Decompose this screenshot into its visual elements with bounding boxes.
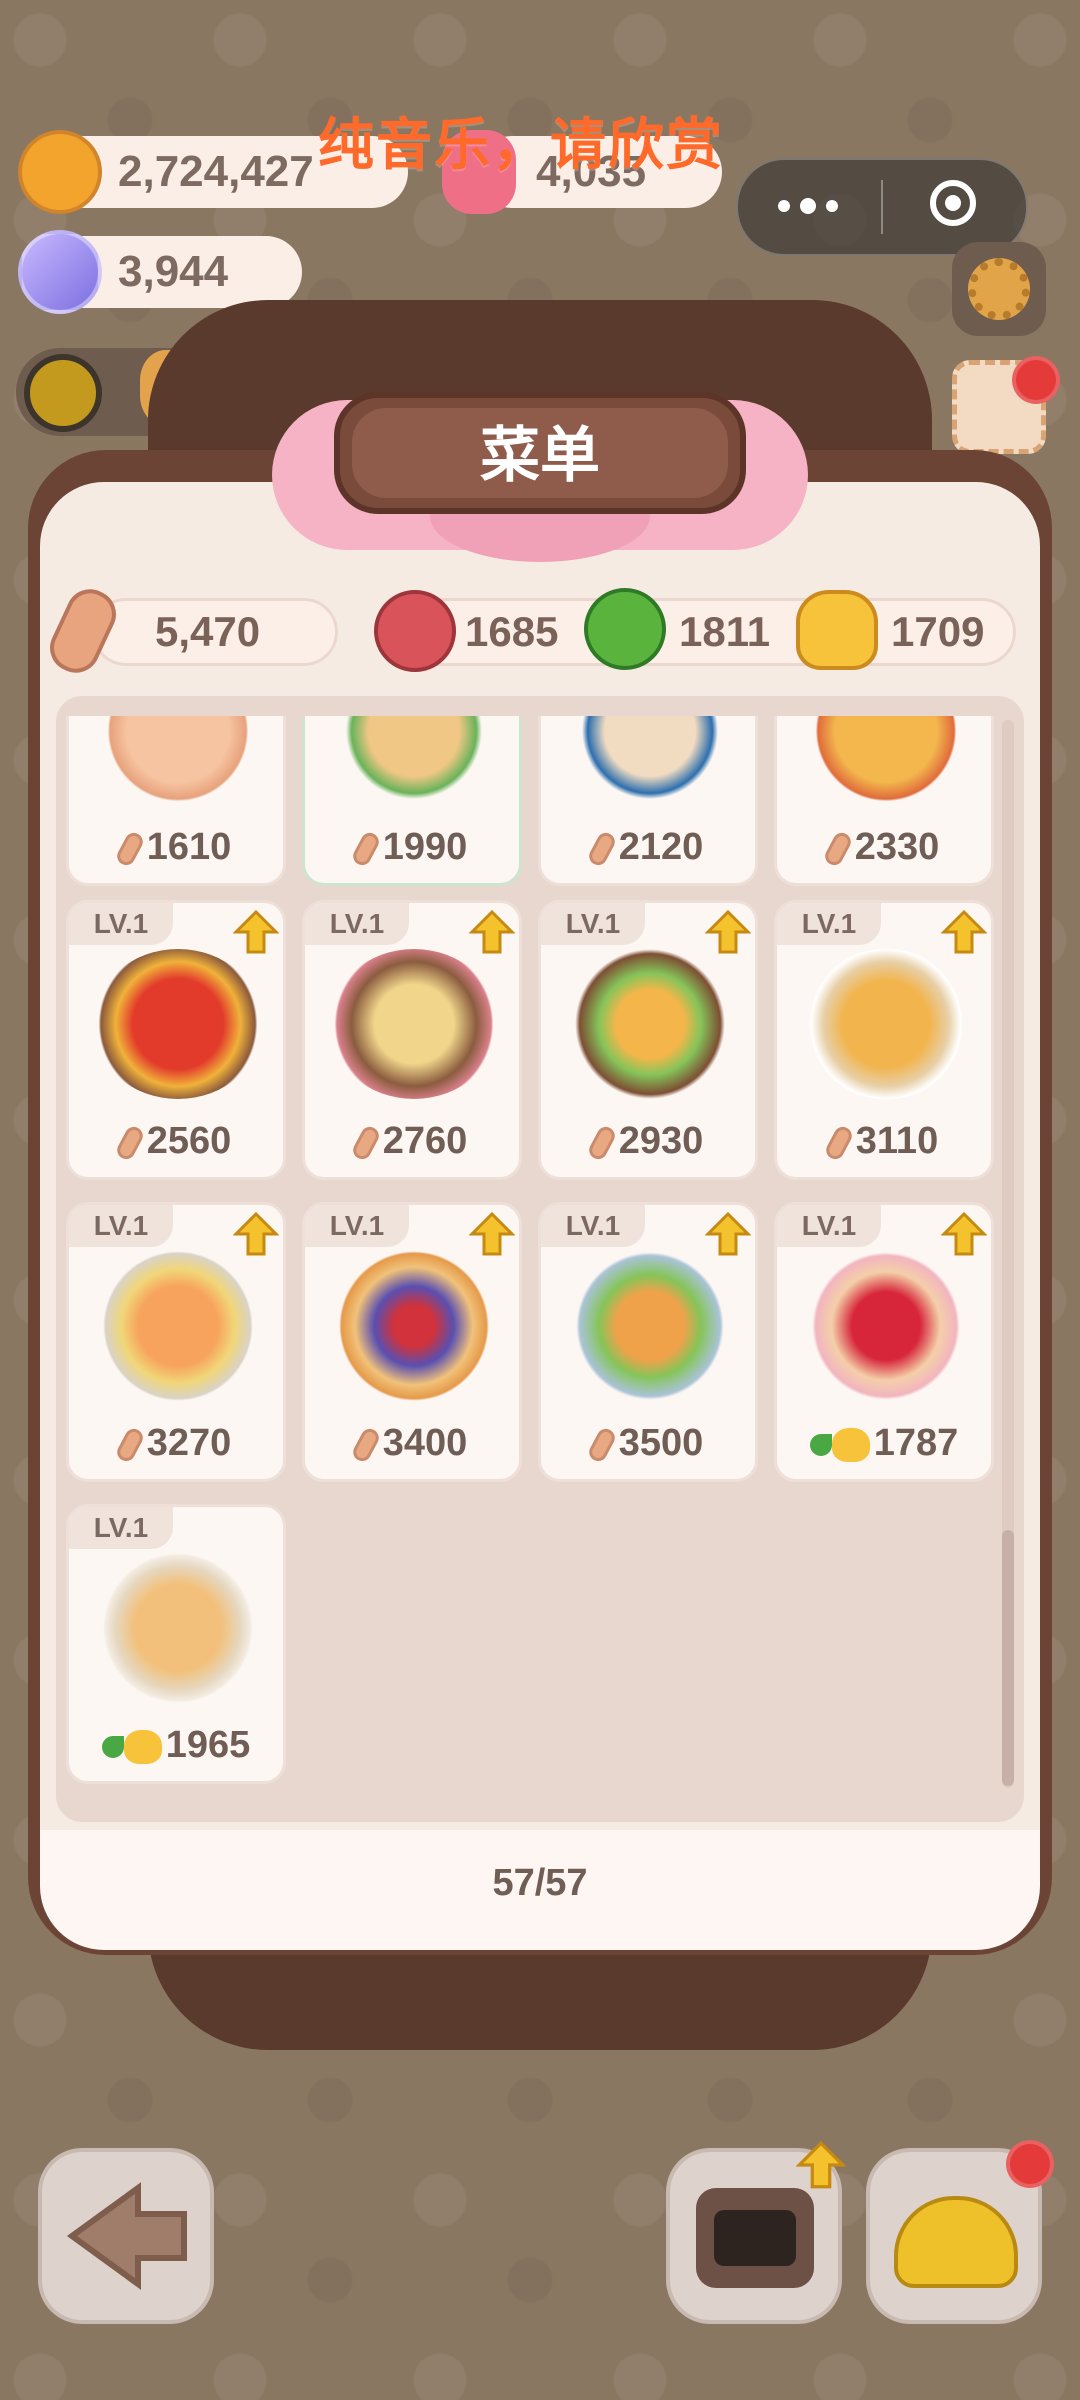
level-badge: LV.1 [305,903,409,945]
level-badge: LV.1 [777,1205,881,1247]
upgrade-arrow-icon[interactable] [469,1211,515,1257]
recipe-card[interactable]: LV.1 3400 [302,1202,522,1482]
meat-icon [374,590,456,672]
broccoli-icon [809,1433,832,1456]
back-button[interactable] [38,2148,214,2324]
sun-icon[interactable] [24,354,102,432]
noodle-bowl-dish [565,1251,735,1401]
candied-apple-dish [801,1251,971,1401]
upgrade-arrow-icon[interactable] [705,909,751,955]
upgrade-arrow-icon[interactable] [941,1211,987,1257]
soup-pot-dish [329,949,499,1099]
meat-resource-value: 1685 [465,608,559,655]
recipe-card[interactable]: 1610 [66,716,286,886]
level-badge: LV.1 [305,1205,409,1247]
buns-dish [801,949,971,1099]
cheese-icon [796,590,878,670]
hotpot-dish [565,949,735,1099]
level-badge: LV.1 [69,1205,173,1247]
dessert-dish [329,716,499,806]
recipe-price: 2930 [541,1119,755,1163]
spoon-resource-value: 5,470 [155,608,261,655]
recipe-price: 2560 [69,1119,283,1163]
more-icon[interactable] [778,198,838,214]
red-feast-dish [93,949,263,1099]
notification-dot [1006,2140,1054,2188]
recipe-card[interactable]: LV.1 3110 [774,900,994,1180]
level-badge: LV.1 [541,903,645,945]
recipe-card[interactable]: 1990 [302,716,522,886]
broccoli-icon [101,1735,124,1758]
recipe-card[interactable]: LV.1 2560 [66,900,286,1180]
oven-window [714,2210,796,2266]
recipe-card[interactable]: LV.1 2760 [302,900,522,1180]
gear-icon [968,258,1030,320]
recipe-price: 1787 [777,1421,991,1465]
recipe-card[interactable]: LV.1 3500 [538,1202,758,1482]
recipe-price: 3270 [69,1421,283,1465]
recipe-price: 2120 [541,825,755,869]
cookie-coin-icon [18,130,102,214]
recipe-card[interactable]: LV.1 1965 [66,1504,286,1784]
hard-hat-icon [894,2196,1018,2288]
upgrade-arrow-icon[interactable] [233,909,279,955]
fruit-tart-dish [329,1251,499,1401]
back-arrow-icon [66,2182,187,2290]
cheese-resource-value: 1709 [891,608,985,655]
recipe-card[interactable]: LV.1 1787 [774,1202,994,1482]
dumpling-dish [565,716,735,806]
pizza-dish [801,716,971,806]
overlay-caption: 纯音乐，请欣赏 [318,113,724,176]
page-count: 57/57 [492,1862,588,1904]
upgrade-arrow-icon[interactable] [941,909,987,955]
level-badge: LV.1 [541,1205,645,1247]
upgrade-arrow-icon [796,2140,846,2189]
recipe-card[interactable]: 2330 [774,716,994,886]
recipe-price: 2760 [305,1119,519,1163]
broccoli-resource-value: 1811 [679,608,771,655]
ingredient-resources: 1685 1811 1709 [396,598,1016,666]
recipe-price: 1610 [69,825,283,869]
candy-icon [18,230,102,314]
notification-dot [1012,356,1060,404]
capsule-divider [881,180,883,234]
recipe-card[interactable]: LV.1 3270 [66,1202,286,1482]
recipe-card[interactable]: LV.1 2930 [538,900,758,1180]
cheese-icon [123,1729,162,1764]
cake-dish [93,716,263,806]
level-badge: LV.1 [69,903,173,945]
toast-dish [93,1553,263,1703]
upgrade-arrow-icon[interactable] [233,1211,279,1257]
recipe-card[interactable]: 2120 [538,716,758,886]
spoon-resource: 5,470 [92,598,338,666]
broccoli-icon [584,588,666,670]
recipe-price: 2330 [777,825,991,869]
recipe-price: 1990 [305,825,519,869]
scrollbar-thumb[interactable] [1002,1530,1014,1786]
recipe-price: 3500 [541,1421,755,1465]
cheese-icon [831,1427,870,1462]
upgrade-arrow-icon[interactable] [469,909,515,955]
upgrade-arrow-icon[interactable] [705,1211,751,1257]
shrimp-porridge-dish [93,1251,263,1401]
recipe-price: 3110 [777,1119,991,1163]
close-target-icon[interactable] [930,180,976,226]
recipe-price: 1965 [69,1723,283,1767]
recipe-price: 3400 [305,1421,519,1465]
level-badge: LV.1 [69,1507,173,1549]
level-badge: LV.1 [777,903,881,945]
dialog-title: 菜单 [480,422,600,489]
